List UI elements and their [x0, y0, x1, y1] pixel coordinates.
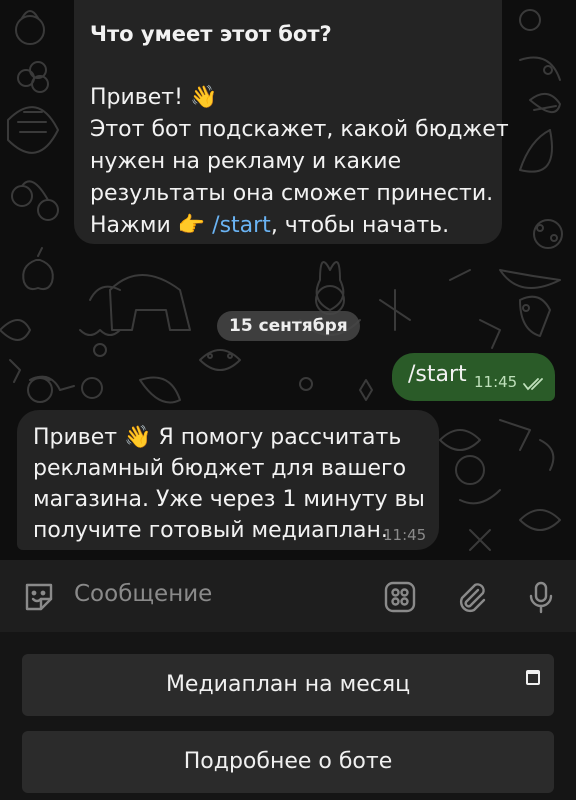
sticker-icon[interactable]: [22, 580, 56, 614]
attach-icon[interactable]: [454, 580, 488, 614]
double-check-icon: [523, 378, 543, 391]
incoming-message-time: 11:45: [383, 526, 427, 544]
message-composer: Сообщение: [0, 560, 576, 632]
intro-body: Привет! 👋 Этот бот подскажет, какой бюдж…: [90, 82, 509, 242]
intro-greeting: Привет!: [90, 85, 183, 110]
microphone-icon[interactable]: [524, 580, 558, 614]
wave-emoji: 👋: [124, 425, 152, 450]
incoming-line1-post: Я помогу рассчитать: [158, 425, 402, 450]
web-app-icon: [526, 670, 540, 685]
outgoing-message-text: /start: [408, 362, 467, 387]
date-separator: 15 сентября: [217, 311, 360, 341]
wave-emoji: 👋: [189, 85, 218, 110]
outgoing-message[interactable]: /start 11:45: [392, 353, 555, 401]
outgoing-message-time: 11:45: [474, 373, 518, 391]
about-bot-label: Подробнее о боте: [183, 749, 393, 774]
incoming-line1-pre: Привет: [33, 425, 118, 450]
bot-reply-keyboard: Медиаплан на месяц Подробнее о боте: [0, 632, 576, 800]
incoming-message-text: Привет 👋 Я помогу рассчитать рекламный б…: [33, 422, 428, 546]
intro-line4-pre: Нажми: [90, 213, 171, 238]
intro-line: результаты она сможет принести.: [90, 181, 494, 206]
intro-line4-post: , чтобы начать.: [270, 213, 450, 238]
intro-line: Этот бот подскажет, какой бюджет: [90, 117, 509, 142]
chat-area: Что умеет этот бот? Привет! 👋 Этот бот п…: [0, 0, 576, 560]
start-command-link[interactable]: /start: [212, 213, 271, 238]
intro-line: нужен на рекламу и какие: [90, 149, 402, 174]
bot-intro-bubble: Что умеет этот бот? Привет! 👋 Этот бот п…: [74, 0, 509, 244]
message-input[interactable]: Сообщение: [74, 581, 212, 607]
mediaplan-month-button[interactable]: Медиаплан на месяц: [22, 654, 554, 716]
about-bot-button[interactable]: Подробнее о боте: [22, 731, 554, 793]
incoming-line: получите готовый медиаплан.: [33, 518, 388, 543]
incoming-message[interactable]: Привет 👋 Я помогу рассчитать рекламный б…: [17, 410, 439, 550]
bot-keyboard-icon[interactable]: [383, 580, 417, 614]
mediaplan-month-label: Медиаплан на месяц: [165, 672, 411, 697]
point-right-emoji: 👉: [177, 213, 206, 238]
intro-title: Что умеет этот бот?: [90, 22, 332, 46]
incoming-line: рекламный бюджет для вашего: [33, 456, 407, 481]
incoming-line: магазина. Уже через 1 минуту вы: [33, 487, 425, 512]
